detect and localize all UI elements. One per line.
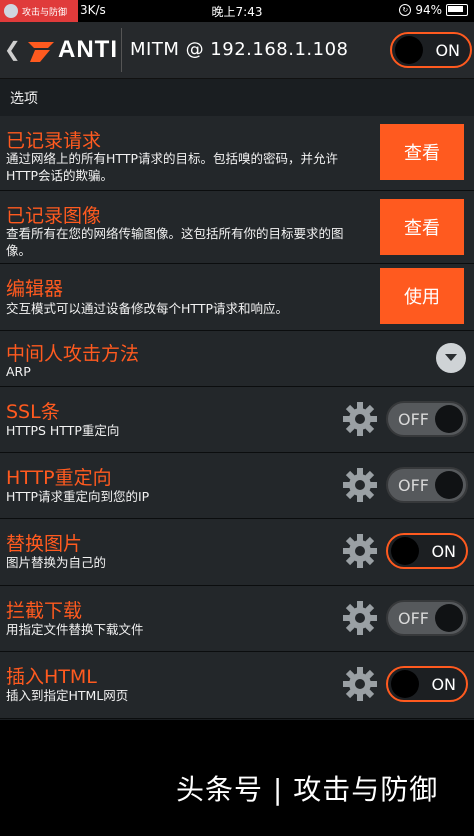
gear-icon[interactable] (342, 600, 378, 636)
use-editor-button[interactable]: 使用 (380, 268, 464, 324)
list-item-logged-requests: 已记录请求 通过网络上的所有HTTP请求的目标。包括嗅的密码，并允许HTTP会话… (0, 116, 474, 191)
toggle-label: ON (431, 542, 456, 561)
chevron-left-icon[interactable]: ❮ (4, 37, 21, 61)
ssl-strip-toggle[interactable]: OFF (386, 401, 468, 437)
gear-icon[interactable] (342, 467, 378, 503)
row-title: 编辑器 (6, 278, 64, 300)
app-header: ❮ ANTI MITM @ 192.168.1.108 ON (0, 22, 474, 79)
row-title: 拦截下载 (6, 600, 83, 622)
replace-images-toggle[interactable]: ON (386, 533, 468, 569)
gear-icon[interactable] (342, 666, 378, 702)
watermark: 头条号 | 攻击与防御 (176, 773, 439, 806)
view-images-button[interactable]: 查看 (380, 199, 464, 255)
row-title: 已记录请求 (6, 130, 102, 152)
row-title: 替换图片 (6, 533, 83, 555)
http-redirect-toggle[interactable]: OFF (386, 467, 468, 503)
row-description: 通过网络上的所有HTTP请求的目标。包括嗅的密码，并允许HTTP会话的欺骗。 (6, 151, 338, 183)
battery-icon (446, 4, 468, 16)
row-title: SSL条 (6, 401, 60, 423)
toggle-label: ON (431, 675, 456, 694)
row-title: 已记录图像 (6, 205, 102, 227)
section-label: 选项 (10, 91, 38, 107)
rotation-lock-icon: ↻ (399, 4, 412, 16)
list-item-inject-html: 插入HTML 插入到指定HTML网页 ON (0, 652, 474, 719)
page-title: MITM @ 192.168.1.108 (130, 39, 349, 60)
list-item-editor: 编辑器 交互模式可以通过设备修改每个HTTP请求和响应。 使用 (0, 264, 474, 331)
row-description: 插入到指定HTML网页 (6, 688, 129, 703)
row-title: 插入HTML (6, 666, 97, 688)
inject-html-toggle[interactable]: ON (386, 666, 468, 702)
list-item-mitm-method[interactable]: 中间人攻击方法 ARP (0, 331, 474, 387)
list-item-http-redirect: HTTP重定向 HTTP请求重定向到您的IP OFF (0, 453, 474, 519)
toggle-knob (391, 537, 419, 565)
mitm-master-toggle[interactable]: ON (390, 32, 472, 68)
anti-logo-icon (28, 42, 54, 62)
list-item-intercept-downloads: 拦截下载 用指定文件替换下载文件 OFF (0, 586, 474, 652)
header-divider (121, 28, 122, 72)
toggle-label: OFF (398, 609, 429, 628)
toggle-knob (435, 604, 463, 632)
toggle-knob (391, 670, 419, 698)
toggle-label: OFF (398, 410, 429, 429)
row-description: HTTPS HTTP重定向 (6, 423, 120, 438)
list-item-logged-images: 已记录图像 查看所有在您的网络传输图像。这包括所有你的目标要求的图像。 查看 (0, 191, 474, 264)
toggle-label: OFF (398, 476, 429, 495)
gear-icon[interactable] (342, 533, 378, 569)
toggle-label: ON (435, 41, 460, 60)
battery-percent: 94% (415, 3, 442, 17)
status-bar: 攻击与防御 3K/s 晚上7:43 ↻ 94% (0, 0, 474, 22)
row-description: 查看所有在您的网络传输图像。这包括所有你的目标要求的图像。 (6, 226, 344, 258)
row-title: HTTP重定向 (6, 467, 112, 489)
row-description: HTTP请求重定向到您的IP (6, 489, 150, 504)
toggle-knob (395, 36, 423, 64)
gear-icon[interactable] (342, 401, 378, 437)
app-name: ANTI (58, 36, 118, 63)
row-description: 用指定文件替换下载文件 (6, 622, 144, 637)
row-description: 图片替换为自己的 (6, 555, 107, 570)
row-description: 交互模式可以通过设备修改每个HTTP请求和响应。 (6, 301, 288, 316)
view-requests-button[interactable]: 查看 (380, 124, 464, 180)
row-description: ARP (6, 364, 31, 379)
toggle-knob (435, 405, 463, 433)
list-item-replace-images: 替换图片 图片替换为自己的 ON (0, 519, 474, 586)
list-item-ssl-strip: SSL条 HTTPS HTTP重定向 OFF (0, 387, 474, 453)
toggle-knob (435, 471, 463, 499)
chevron-down-icon[interactable] (436, 343, 466, 373)
row-title: 中间人攻击方法 (6, 343, 140, 365)
intercept-downloads-toggle[interactable]: OFF (386, 600, 468, 636)
status-right: ↻ 94% (399, 3, 468, 17)
app-logo: ANTI (26, 36, 118, 64)
